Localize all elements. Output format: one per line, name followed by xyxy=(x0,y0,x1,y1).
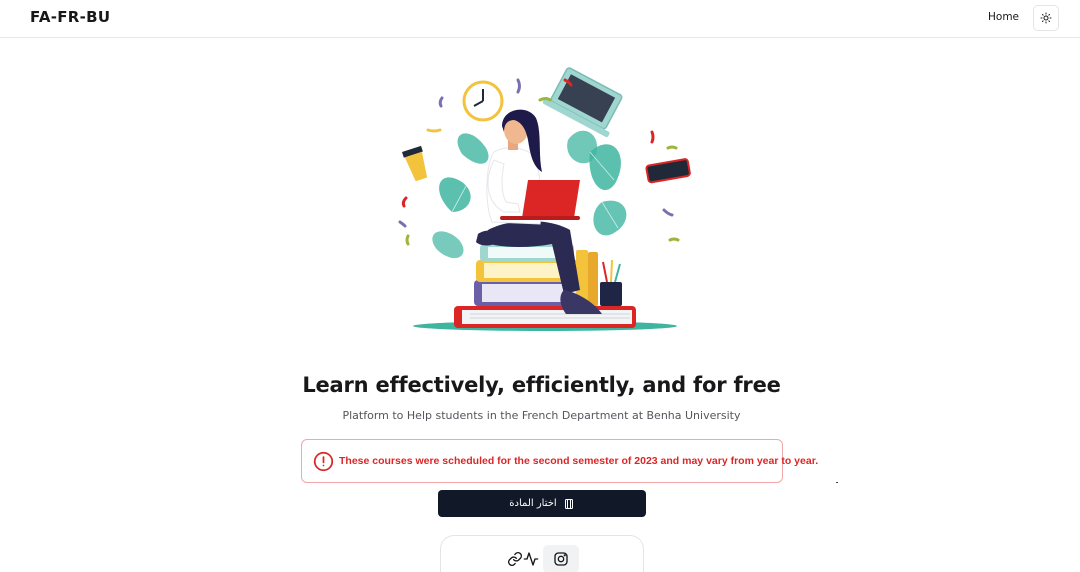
choose-course-button[interactable]: اختار المادة xyxy=(438,490,646,517)
floating-phone xyxy=(645,158,691,184)
coffee-cup xyxy=(402,145,428,182)
hero-subtitle: Platform to Help students in the French … xyxy=(342,409,741,422)
floating-laptop xyxy=(542,67,623,138)
activity-icon-button[interactable] xyxy=(519,547,543,571)
social-links-card xyxy=(440,535,644,572)
schedule-alert: These courses were scheduled for the sec… xyxy=(301,439,818,483)
theme-toggle-button[interactable] xyxy=(1033,5,1059,31)
pencil-cup xyxy=(600,259,622,306)
activity-icon xyxy=(523,552,539,566)
instagram-icon-button[interactable] xyxy=(543,545,579,572)
hero-title: Learn effectively, efficiently, and for … xyxy=(302,373,781,397)
brand-logo-link[interactable]: FA-FR-BU xyxy=(30,8,110,26)
choose-course-label: اختار المادة xyxy=(509,498,557,509)
alert-circle-icon xyxy=(313,451,334,472)
nav-home-link[interactable]: Home xyxy=(988,11,1019,23)
book-icon xyxy=(564,498,573,509)
sun-icon xyxy=(1040,12,1052,24)
alert-text: These courses were scheduled for the sec… xyxy=(339,455,819,467)
stray-mark xyxy=(836,482,838,483)
clock xyxy=(462,80,504,122)
hero-illustration xyxy=(398,67,691,331)
instagram-icon xyxy=(554,552,568,566)
top-navbar: FA-FR-BU Home xyxy=(0,0,1080,38)
